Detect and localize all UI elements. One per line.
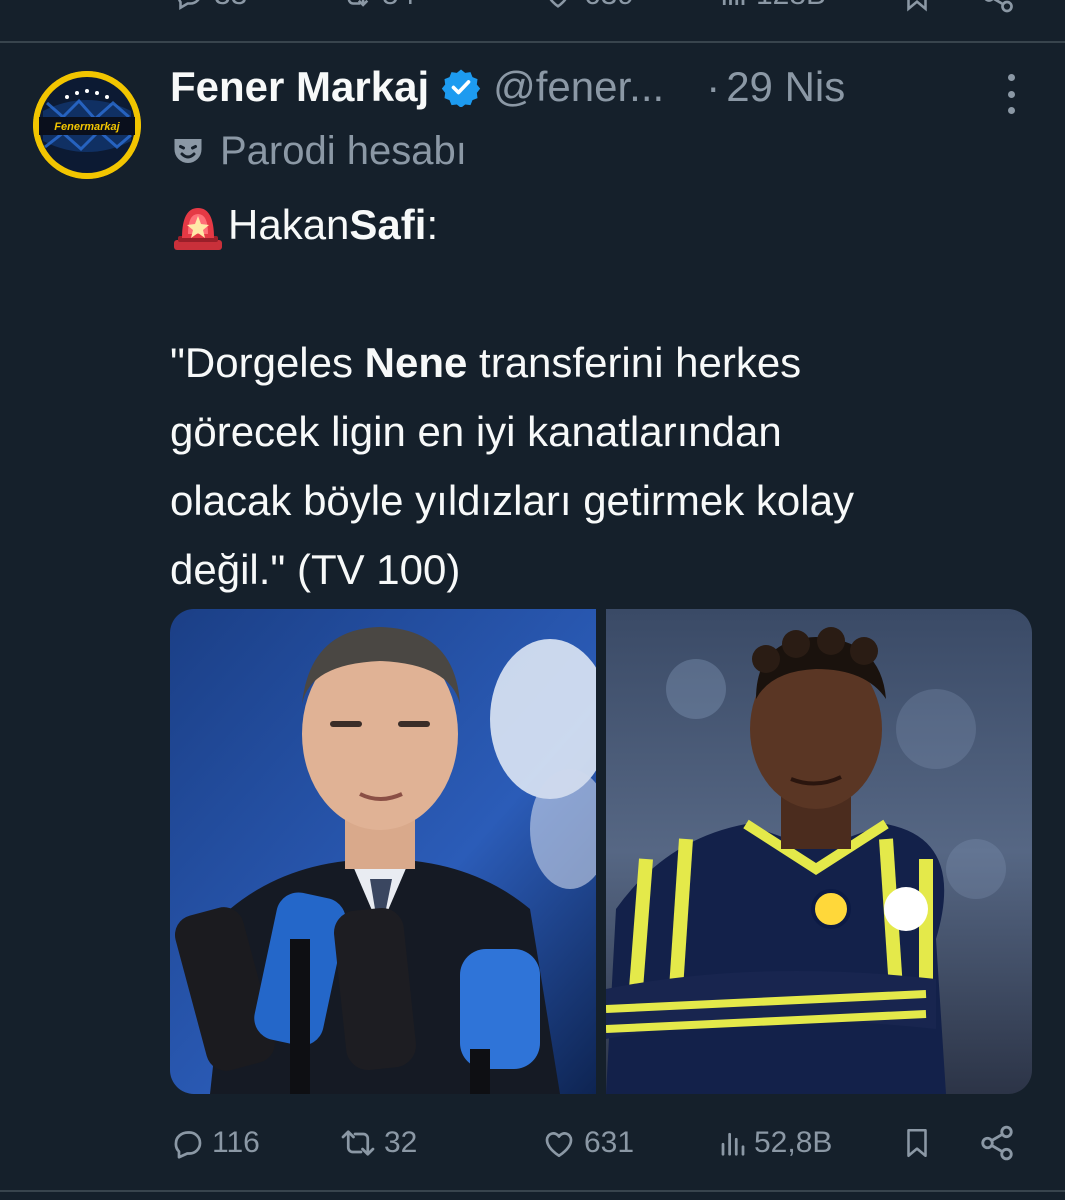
theater-mask-icon — [170, 133, 206, 169]
prev-reply-button[interactable]: 33 — [172, 0, 247, 12]
police-siren-icon — [170, 198, 226, 252]
avatar-logo-text: Fenermarkaj — [54, 121, 120, 133]
views-icon — [722, 0, 745, 5]
photo-person-microphones-icon — [170, 609, 596, 1094]
share-icon — [981, 1125, 1013, 1161]
parody-label-text: Parodi hesabı — [220, 128, 467, 173]
prev-retweet-button[interactable]: 54 — [338, 0, 415, 12]
views-icon — [721, 1132, 745, 1156]
media-image-right[interactable] — [606, 609, 1032, 1094]
prev-views-count: 128B — [756, 0, 826, 12]
share-button[interactable] — [978, 1118, 1016, 1168]
share-icon — [984, 0, 1013, 13]
like-count: 631 — [584, 1126, 635, 1159]
heart-icon — [549, 0, 567, 8]
fenermarkaj-logo: Fenermarkaj — [33, 71, 141, 179]
prev-like-count: 639 — [584, 0, 634, 12]
prev-reply-count: 33 — [214, 0, 247, 12]
tweet-divider-bottom — [0, 1190, 1065, 1192]
photo-footballer-icon — [606, 609, 1032, 1094]
tweet-divider — [0, 41, 1065, 43]
tweet-timeline: 33 54 639 128B — [0, 0, 1065, 1200]
tweet-header: Fener Markaj @fener... · 29 Nis — [170, 62, 1040, 112]
quote-head-post: : — [426, 201, 439, 248]
tweet-body-line: olacak böyle yıldızları getirmek kolay — [170, 477, 854, 524]
tweet-media — [170, 609, 1032, 1094]
more-options-icon[interactable] — [1000, 74, 1022, 114]
like-button[interactable]: 631 — [540, 1118, 634, 1168]
prev-bookmark-button[interactable] — [900, 0, 934, 14]
body-text-segment: "Dorgeles — [170, 339, 365, 386]
views-button[interactable]: 52,8B — [718, 1118, 832, 1168]
reply-icon — [174, 1131, 202, 1159]
user-handle[interactable]: @fener... — [493, 63, 664, 111]
avatar[interactable]: Fenermarkaj — [33, 71, 141, 179]
previous-tweet-actions: 33 54 639 128B — [0, 0, 1065, 20]
prev-like-button[interactable]: 639 — [540, 0, 634, 12]
views-count: 52,8B — [754, 1126, 833, 1159]
verified-badge-icon — [441, 67, 481, 107]
quote-head-bold: Safi — [349, 201, 427, 248]
body-text-segment: transferini herkes — [467, 339, 802, 386]
reply-button[interactable]: 116 — [170, 1118, 260, 1168]
quote-head-pre: Hakan — [228, 201, 350, 248]
prev-share-button[interactable] — [980, 0, 1016, 14]
tweet-body-line: "Dorgeles Nene transferini herkes — [170, 328, 1030, 397]
tweet-quote-head: Hakan Safi: — [170, 198, 438, 252]
tweet-date[interactable]: 29 Nis — [726, 63, 845, 111]
tweet-body-line: görecek ligin en iyi kanatlarından — [170, 408, 782, 455]
prev-retweet-count: 54 — [382, 0, 415, 12]
parody-label: Parodi hesabı — [170, 126, 467, 176]
bookmark-icon — [907, 0, 927, 12]
prev-views-button[interactable]: 128B — [718, 0, 826, 12]
heart-icon — [545, 1132, 573, 1158]
reply-icon — [178, 0, 200, 11]
retweet-icon — [347, 0, 369, 7]
separator-dot: · — [706, 63, 721, 110]
tweet-body: "Dorgeles Nene transferini herkes görece… — [170, 328, 1030, 604]
bookmark-button[interactable] — [900, 1118, 934, 1168]
retweet-icon — [341, 1130, 375, 1156]
tweet-actions: 116 32 631 52,8B — [0, 1118, 1065, 1168]
reply-count: 116 — [212, 1126, 260, 1159]
retweet-count: 32 — [384, 1126, 418, 1159]
media-image-left[interactable] — [170, 609, 596, 1094]
body-text-bold: Nene — [364, 339, 468, 386]
retweet-button[interactable]: 32 — [338, 1118, 417, 1168]
bookmark-icon — [907, 1128, 927, 1158]
display-name[interactable]: Fener Markaj — [170, 63, 429, 111]
tweet-body-line: değil." (TV 100) — [170, 546, 461, 593]
